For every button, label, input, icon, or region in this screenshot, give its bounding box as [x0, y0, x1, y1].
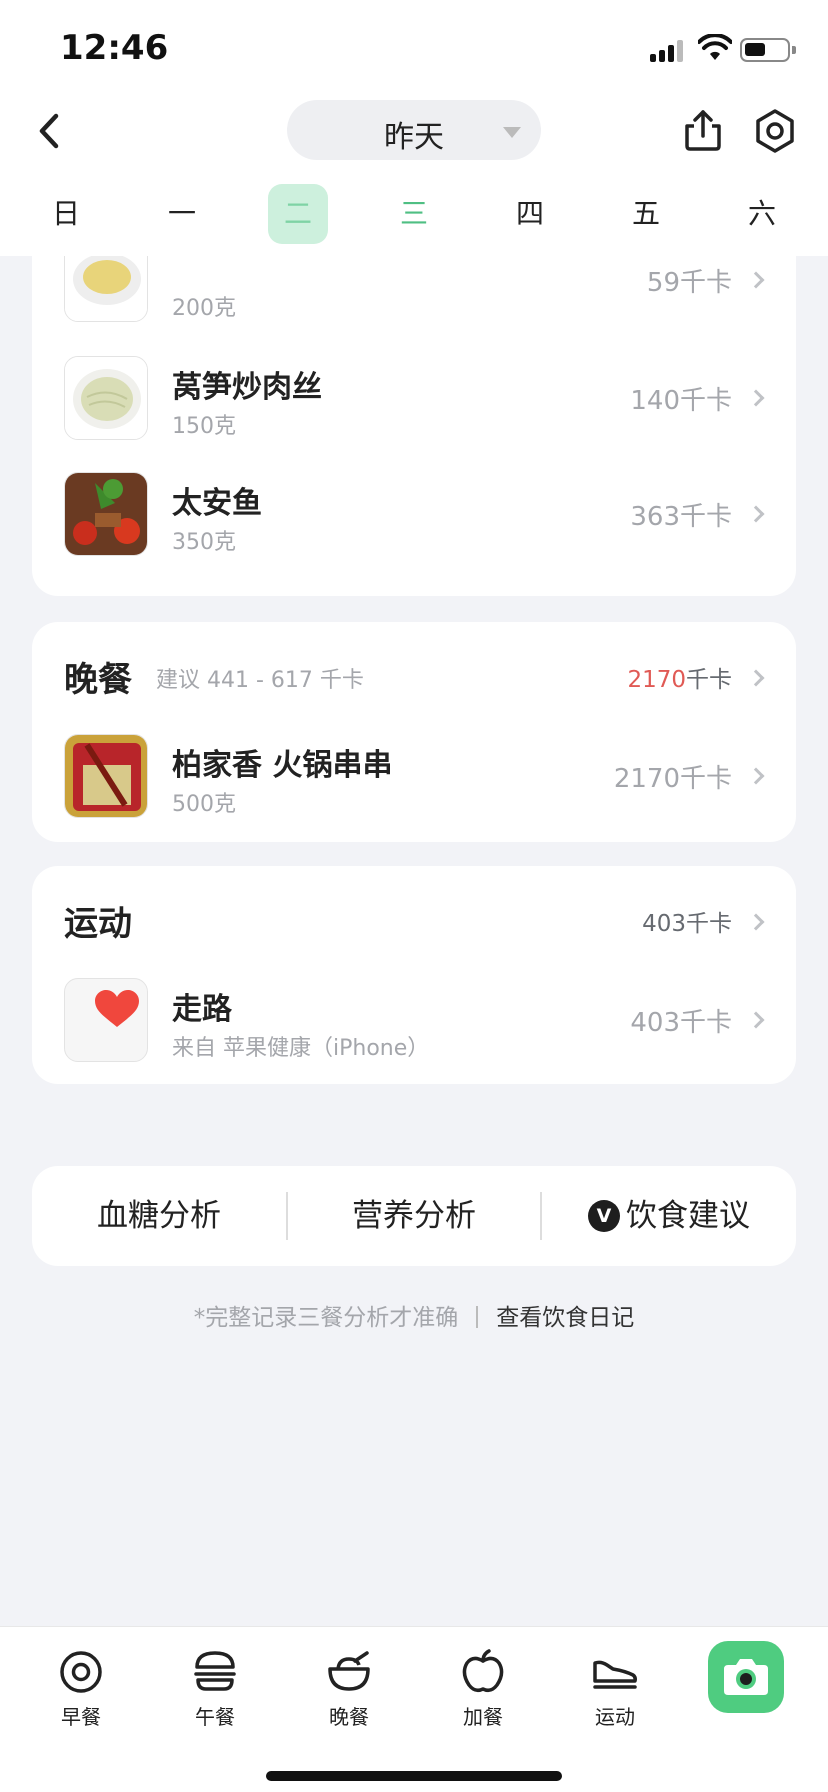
status-time: 12:46: [60, 28, 169, 68]
chevron-right-icon: [747, 767, 765, 785]
diet-advice-button[interactable]: V 饮食建议: [542, 1166, 796, 1266]
sneaker-icon: [593, 1660, 637, 1689]
bowl-icon: [328, 1651, 370, 1691]
dinner-title: 晚餐: [64, 660, 132, 700]
food-amount: 350克: [172, 530, 236, 555]
apple-icon: [462, 1649, 504, 1693]
footnote-separator: [476, 1306, 479, 1328]
tab-lunch[interactable]: 午餐: [160, 1639, 270, 1739]
weekday-thu[interactable]: 四: [500, 184, 560, 244]
weekday-sun[interactable]: 日: [36, 184, 96, 244]
exercise-name: 走路: [172, 992, 232, 1027]
dinner-header[interactable]: 晚餐 建议 441 - 617 千卡 2170千卡: [32, 622, 796, 722]
v-logo-icon: V: [588, 1200, 620, 1232]
cellular-signal-icon: [650, 38, 686, 62]
home-indicator: [266, 1771, 562, 1781]
weekday-mon[interactable]: 一: [152, 184, 212, 244]
battery-icon: [740, 38, 796, 62]
tab-label: 早餐: [61, 1705, 101, 1729]
food-amount: 200克: [172, 296, 236, 321]
food-name: 柏家香 火锅串串: [172, 748, 393, 783]
tab-dinner[interactable]: 晚餐: [294, 1639, 404, 1739]
exercise-row[interactable]: 走路 来自 苹果健康（iPhone） 403千卡: [32, 958, 796, 1078]
camera-icon: [724, 1659, 768, 1695]
footnote: *完整记录三餐分析才准确 查看饮食日记: [0, 1298, 828, 1332]
tab-breakfast[interactable]: 早餐: [26, 1639, 136, 1739]
weekday-fri[interactable]: 五: [616, 184, 676, 244]
chevron-right-icon: [747, 669, 765, 687]
food-row[interactable]: 柏家香 火锅串串 500克 2170千卡: [32, 714, 796, 834]
chevron-right-icon: [747, 1011, 765, 1029]
nutrition-analysis-button[interactable]: 营养分析: [288, 1166, 540, 1266]
food-kcal: 140千卡: [630, 386, 732, 416]
blood-sugar-analysis-button[interactable]: 血糖分析: [32, 1166, 286, 1266]
weekday-sat[interactable]: 六: [732, 184, 792, 244]
footnote-note: *完整记录三餐分析才准确: [193, 1305, 459, 1331]
back-icon[interactable]: [26, 106, 76, 156]
food-thumbnail: [64, 472, 148, 556]
dropdown-triangle-icon: [503, 127, 521, 138]
weekday-tue-selected[interactable]: 二: [268, 184, 328, 244]
heart-icon: [95, 990, 139, 1027]
exercise-source: 来自 苹果健康（iPhone）: [172, 1036, 430, 1061]
tab-snack[interactable]: 加餐: [428, 1639, 538, 1739]
food-row[interactable]: 莴笋炒肉丝 150克 140千卡: [32, 336, 796, 456]
food-kcal: 363千卡: [630, 502, 732, 532]
food-thumbnail: [64, 356, 148, 440]
tab-label: 运动: [595, 1705, 635, 1729]
wifi-icon: [698, 34, 732, 60]
diet-advice-label: 饮食建议: [626, 1198, 750, 1234]
food-thumbnail: [64, 734, 148, 818]
exercise-total: 403千卡: [642, 911, 732, 937]
tab-exercise[interactable]: 运动: [560, 1639, 670, 1739]
food-row[interactable]: 太安鱼 350克 363千卡: [32, 452, 796, 572]
food-name: 莴笋炒肉丝: [172, 370, 322, 405]
exercise-card: 运动 403千卡 走路 来自 苹果健康（iPhone） 403千卡: [32, 866, 796, 1084]
tab-label: 晚餐: [329, 1705, 369, 1729]
tab-label: 加餐: [463, 1705, 503, 1729]
food-amount: 500克: [172, 792, 236, 817]
date-selector[interactable]: 昨天: [287, 100, 541, 160]
exercise-header[interactable]: 运动 403千卡: [32, 866, 796, 966]
food-name: 太安鱼: [172, 486, 262, 521]
status-bar: 12:46: [0, 0, 828, 96]
exercise-kcal: 403千卡: [630, 1008, 732, 1038]
food-kcal: 2170千卡: [613, 764, 732, 794]
dinner-total-unit: 千卡: [686, 667, 732, 693]
nav-bar: 昨天: [0, 96, 828, 172]
chevron-right-icon: [747, 505, 765, 523]
share-icon[interactable]: [678, 106, 728, 156]
chevron-right-icon: [747, 389, 765, 407]
exercise-title: 运动: [64, 904, 132, 944]
food-kcal: 59千卡: [646, 268, 732, 298]
food-amount: 150克: [172, 414, 236, 439]
chevron-right-icon: [747, 913, 765, 931]
camera-button[interactable]: [708, 1641, 784, 1713]
burger-icon: [194, 1651, 236, 1691]
health-app-thumbnail: [64, 978, 148, 1062]
analysis-bar: 血糖分析 营养分析 V 饮食建议: [32, 1166, 796, 1266]
dinner-total-value: 2170: [627, 667, 686, 693]
settings-gear-icon[interactable]: [750, 106, 800, 156]
weekday-selector: 日 一 二 三 四 五 六: [0, 180, 828, 250]
weekday-wed-today[interactable]: 三: [384, 184, 444, 244]
egg-icon: [60, 1651, 102, 1693]
dinner-card: 晚餐 建议 441 - 617 千卡 2170千卡 柏家香 火锅串串 500克 …: [32, 622, 796, 842]
dinner-total: 2170千卡: [627, 660, 732, 694]
view-diet-diary-link[interactable]: 查看饮食日记: [496, 1305, 634, 1331]
bottom-tab-bar: 早餐 午餐 晚餐 加餐 运动: [0, 1626, 828, 1792]
chevron-right-icon: [747, 271, 765, 289]
dinner-suggestion: 建议 441 - 617 千卡: [156, 668, 364, 693]
top-header: 12:46 昨天 日 一 二 三 四 五 六: [0, 0, 828, 256]
tab-label: 午餐: [195, 1705, 235, 1729]
